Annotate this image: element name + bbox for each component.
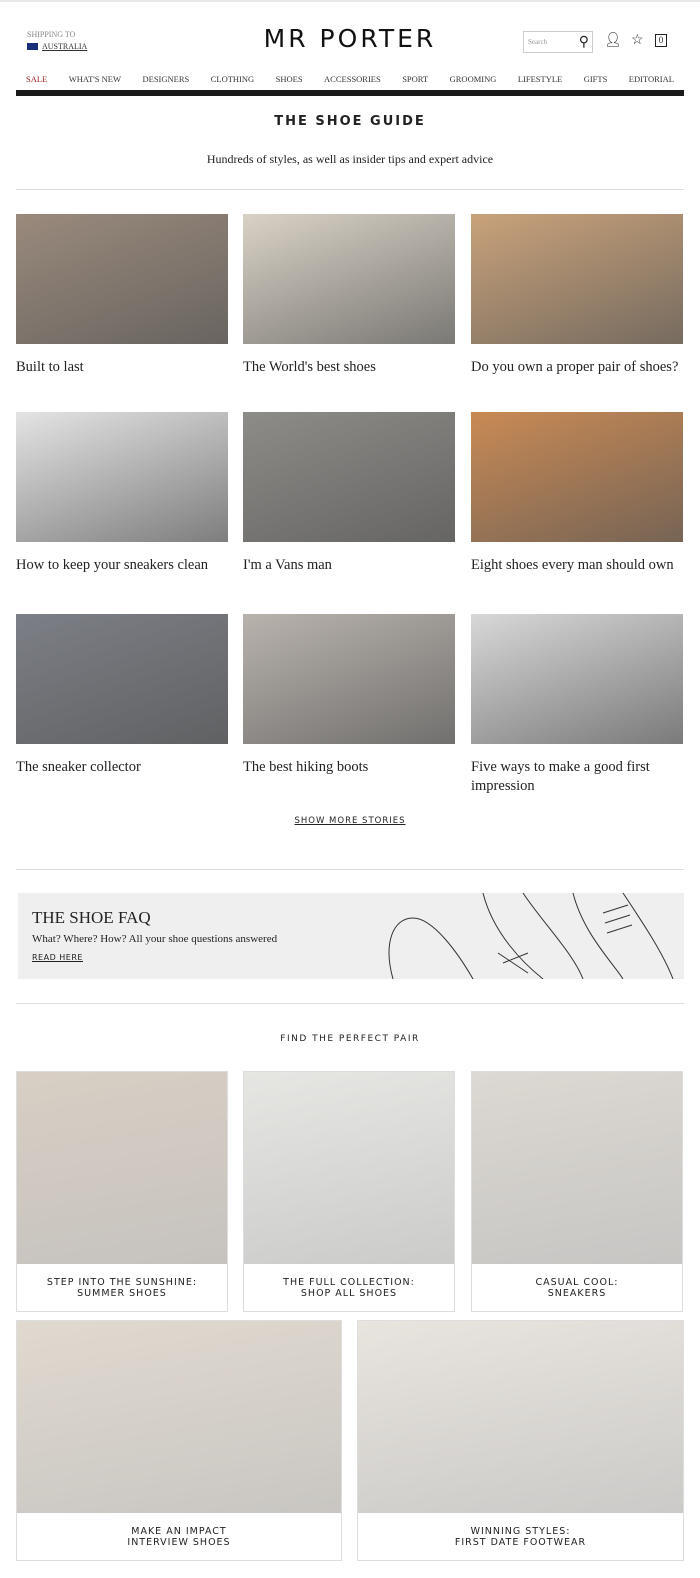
story-caption[interactable]: The best hiking boots <box>243 758 455 777</box>
page-title: THE SHOE GUIDE <box>274 114 426 129</box>
story-card[interactable]: Built to last <box>16 214 228 377</box>
story-card[interactable]: Do you own a proper pair of shoes? <box>471 214 683 377</box>
divider <box>16 189 684 190</box>
story-image[interactable] <box>243 214 455 344</box>
category-label[interactable]: MAKE AN IMPACT INTERVIEW SHOES <box>17 1513 341 1560</box>
faq-read-link[interactable]: READ HERE <box>32 953 83 962</box>
story-image[interactable] <box>471 214 683 344</box>
story-image[interactable] <box>471 614 683 744</box>
category-image[interactable] <box>358 1321 683 1513</box>
show-more-stories-link[interactable]: SHOW MORE STORIES <box>0 816 700 826</box>
story-caption[interactable]: Built to last <box>16 358 228 377</box>
story-caption[interactable]: I'm a Vans man <box>243 556 455 575</box>
story-card[interactable]: I'm a Vans man <box>243 412 455 575</box>
shoe-sketch-illustration <box>388 893 674 979</box>
nav-item[interactable]: ACCESSORIES <box>324 74 381 84</box>
nav-item[interactable]: CLOTHING <box>211 74 254 84</box>
nav-bar <box>16 90 684 96</box>
story-card[interactable]: How to keep your sneakers clean <box>16 412 228 575</box>
story-image[interactable] <box>16 412 228 542</box>
category-label[interactable]: STEP INTO THE SUNSHINE: SUMMER SHOES <box>17 1264 227 1311</box>
nav-item[interactable]: SPORT <box>402 74 428 84</box>
story-card[interactable]: The sneaker collector <box>16 614 228 777</box>
top-border <box>0 0 700 2</box>
nav-item[interactable]: SHOES <box>276 74 303 84</box>
find-perfect-pair-heading: FIND THE PERFECT PAIR <box>280 1034 420 1044</box>
category-image[interactable] <box>472 1072 682 1264</box>
nav-item[interactable]: SALE <box>26 74 47 84</box>
shoe-faq-banner[interactable]: THE SHOE FAQ What? Where? How? All your … <box>18 893 684 979</box>
category-card[interactable]: WINNING STYLES: FIRST DATE FOOTWEAR <box>357 1320 684 1561</box>
divider <box>16 869 684 870</box>
category-label[interactable]: CASUAL COOL: SNEAKERS <box>472 1264 682 1311</box>
story-card[interactable]: The World's best shoes <box>243 214 455 377</box>
search-input[interactable]: Search ⚲ <box>523 31 593 53</box>
story-image[interactable] <box>471 412 683 542</box>
nav-item[interactable]: WHAT'S NEW <box>69 74 121 84</box>
search-icon[interactable]: ⚲ <box>579 34 589 51</box>
story-card[interactable]: Eight shoes every man should own <box>471 412 683 575</box>
story-image[interactable] <box>16 614 228 744</box>
category-image[interactable] <box>17 1321 341 1513</box>
faq-title: THE SHOE FAQ <box>32 908 151 927</box>
category-card[interactable]: THE FULL COLLECTION: SHOP ALL SHOES <box>243 1071 455 1312</box>
story-image[interactable] <box>243 412 455 542</box>
wishlist-icon[interactable]: ☆ <box>631 32 644 49</box>
cart-count: 0 <box>658 35 664 45</box>
category-label[interactable]: WINNING STYLES: FIRST DATE FOOTWEAR <box>358 1513 683 1560</box>
search-placeholder: Search <box>528 38 548 46</box>
main-nav: SALE WHAT'S NEW DESIGNERS CLOTHING SHOES ACCE… <box>16 74 684 84</box>
story-caption[interactable]: Do you own a proper pair of shoes? <box>471 358 683 377</box>
story-caption[interactable]: The sneaker collector <box>16 758 228 777</box>
story-caption[interactable]: How to keep your sneakers clean <box>16 556 228 575</box>
logo[interactable]: MR PORTER <box>0 24 700 53</box>
story-caption[interactable]: The World's best shoes <box>243 358 455 377</box>
nav-item[interactable]: GIFTS <box>584 74 608 84</box>
account-icon[interactable]: 👤︎ <box>604 32 622 49</box>
page-subtitle: Hundreds of styles, as well as insider t… <box>206 152 494 166</box>
nav-item[interactable]: LIFESTYLE <box>518 74 562 84</box>
story-caption[interactable]: Five ways to make a good first impressio… <box>471 758 683 796</box>
bag-icon[interactable]: 0 <box>655 34 667 47</box>
category-card[interactable]: CASUAL COOL: SNEAKERS <box>471 1071 683 1312</box>
nav-item[interactable]: DESIGNERS <box>142 74 189 84</box>
story-caption[interactable]: Eight shoes every man should own <box>471 556 683 575</box>
story-image[interactable] <box>243 614 455 744</box>
faq-text: What? Where? How? All your shoe question… <box>32 933 278 945</box>
category-image[interactable] <box>17 1072 227 1264</box>
story-image[interactable] <box>16 214 228 344</box>
category-card[interactable]: MAKE AN IMPACT INTERVIEW SHOES <box>16 1320 342 1561</box>
nav-item[interactable]: EDITORIAL <box>629 74 674 84</box>
divider <box>16 1003 684 1004</box>
story-card[interactable]: The best hiking boots <box>243 614 455 777</box>
story-card[interactable]: Five ways to make a good first impressio… <box>471 614 683 796</box>
nav-item[interactable]: GROOMING <box>450 74 497 84</box>
category-image[interactable] <box>244 1072 454 1264</box>
category-card[interactable]: STEP INTO THE SUNSHINE: SUMMER SHOES <box>16 1071 228 1312</box>
category-label[interactable]: THE FULL COLLECTION: SHOP ALL SHOES <box>244 1264 454 1311</box>
